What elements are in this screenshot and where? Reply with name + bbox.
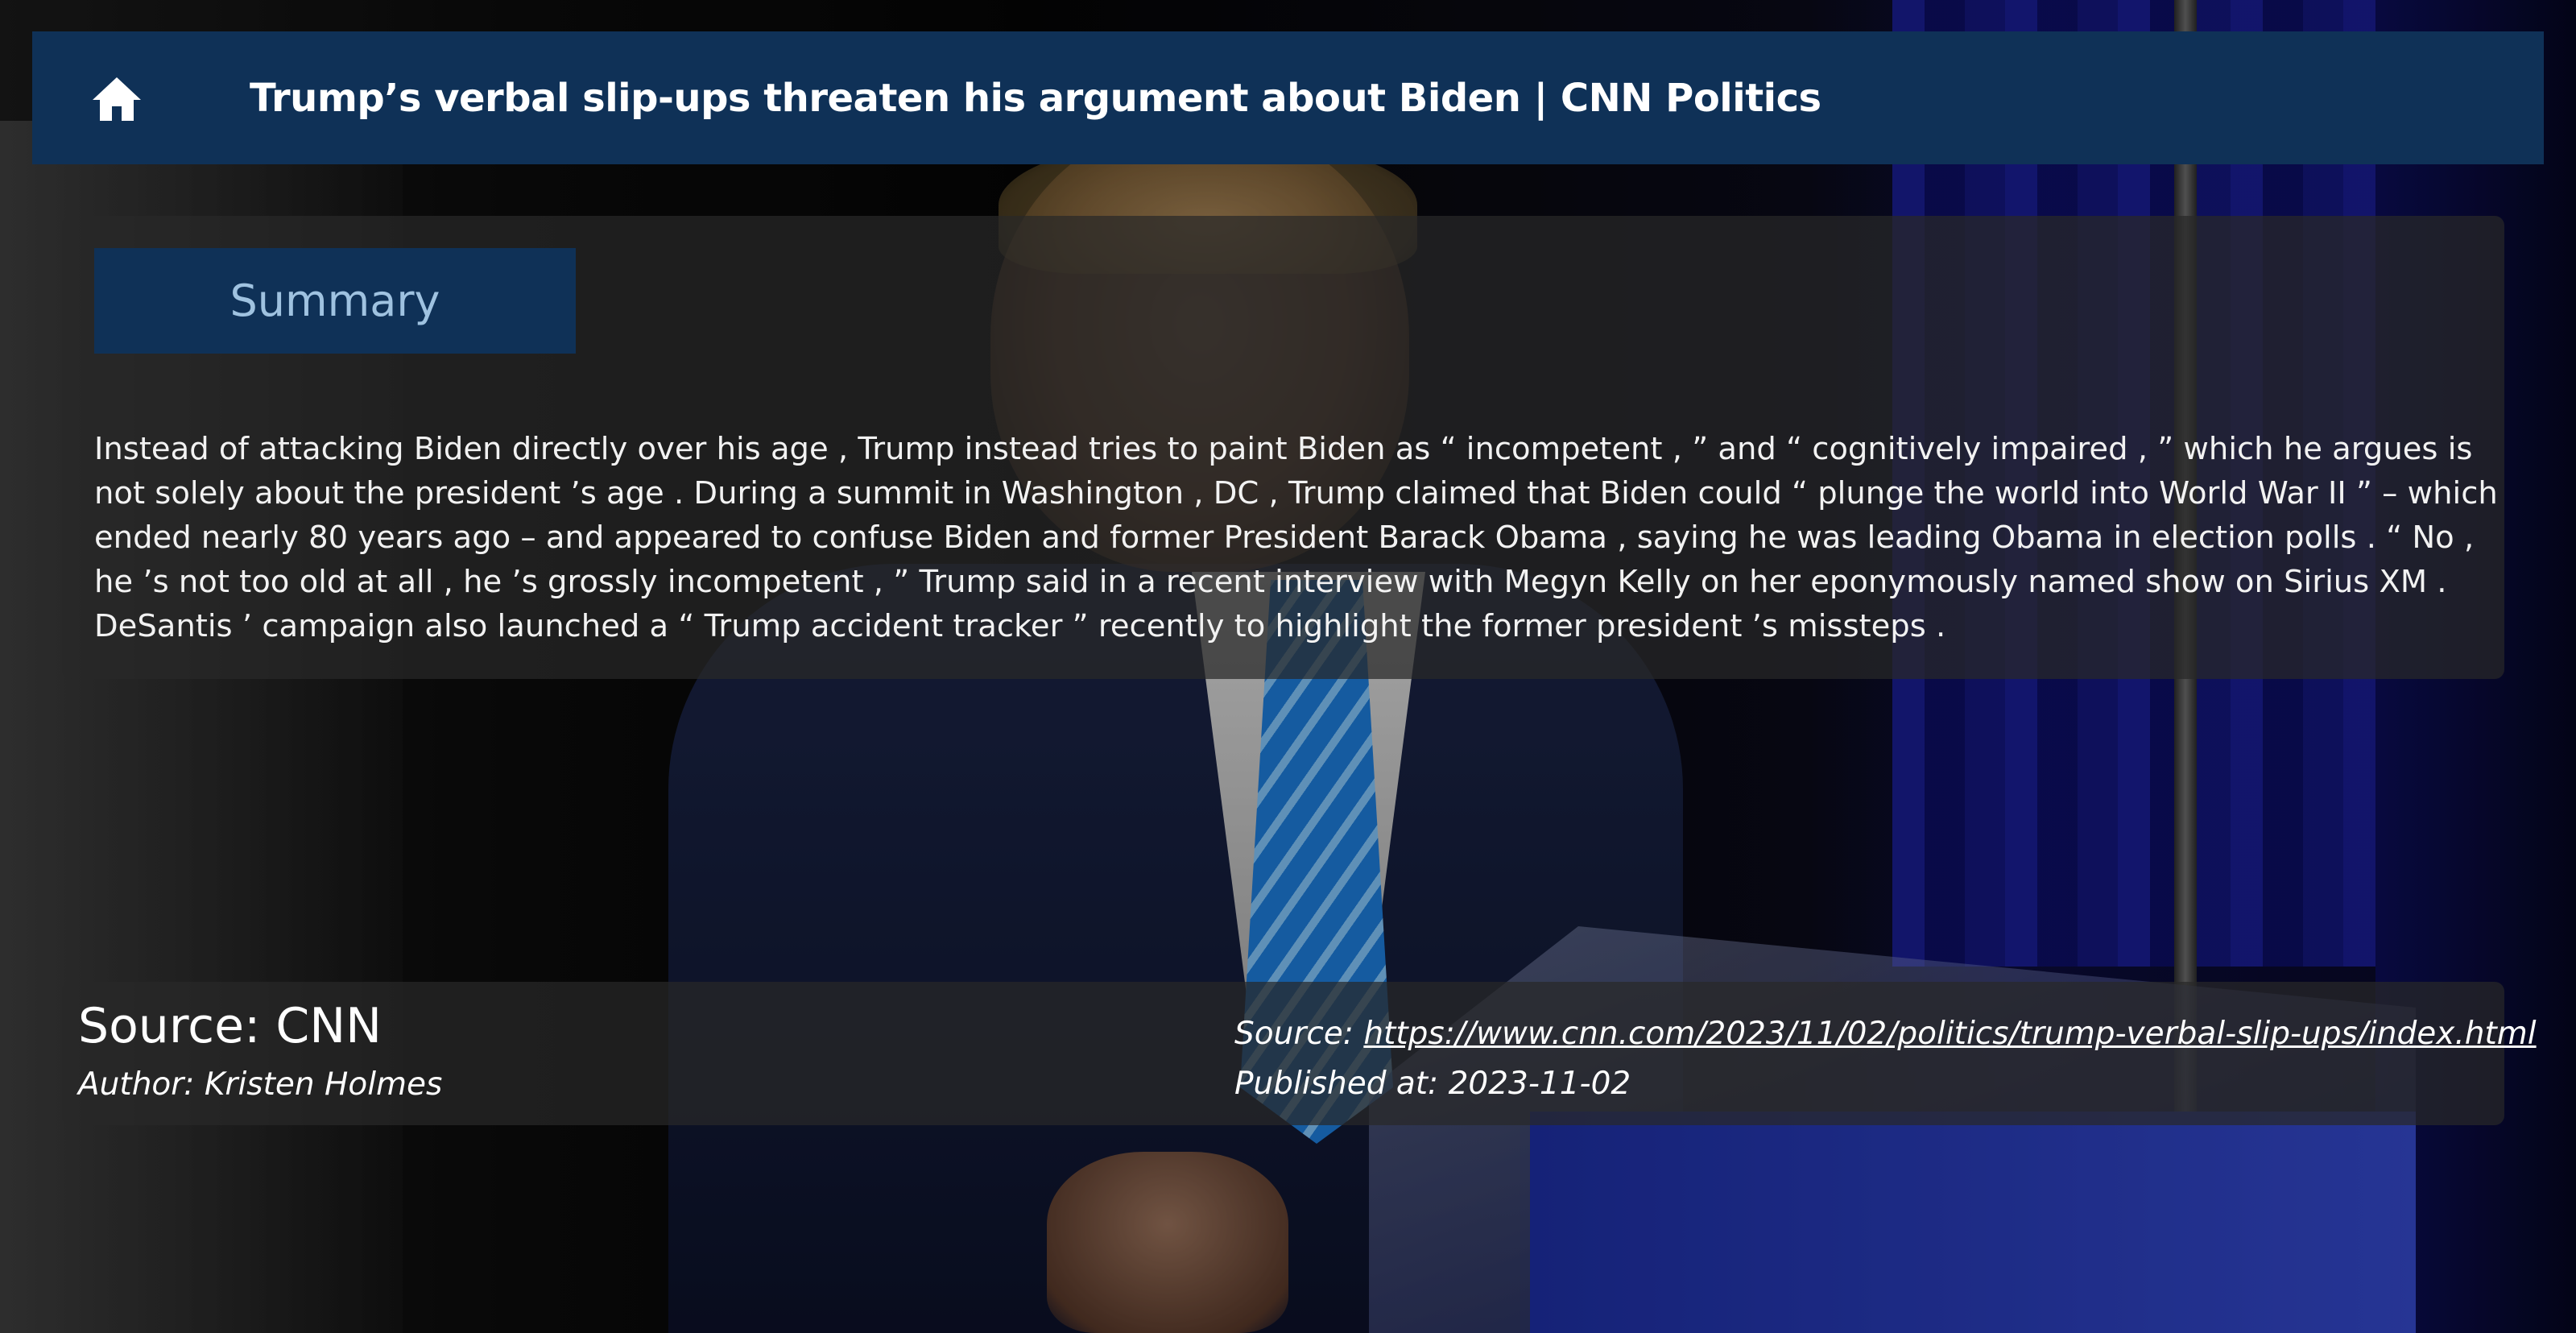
source-name: Source: CNN: [78, 998, 382, 1054]
source-url-link[interactable]: https://www.cnn.com/2023/11/02/politics/…: [1363, 1016, 2536, 1052]
source-url-row: Source: https://www.cnn.com/2023/11/02/p…: [1234, 1009, 2537, 1059]
source-details: Source: https://www.cnn.com/2023/11/02/p…: [1234, 1009, 2537, 1109]
summary-panel: Summary Instead of attacking Biden direc…: [62, 216, 2504, 679]
header-bar: Trump’s verbal slip-ups threaten his arg…: [32, 31, 2544, 164]
summary-heading: Summary: [94, 248, 576, 354]
source-panel: Source: CNN Author: Kristen Holmes Sourc…: [62, 982, 2537, 1125]
page-title: Trump’s verbal slip-ups threaten his arg…: [250, 75, 1821, 121]
home-icon: [93, 77, 141, 121]
summary-text: Instead of attacking Biden directly over…: [94, 431, 2498, 644]
source-url-label: Source:: [1234, 1016, 1364, 1052]
home-button[interactable]: [32, 31, 201, 164]
published-date: Published at: 2023-11-02: [1234, 1066, 1631, 1102]
author-label: Author: Kristen Holmes: [78, 1066, 443, 1103]
